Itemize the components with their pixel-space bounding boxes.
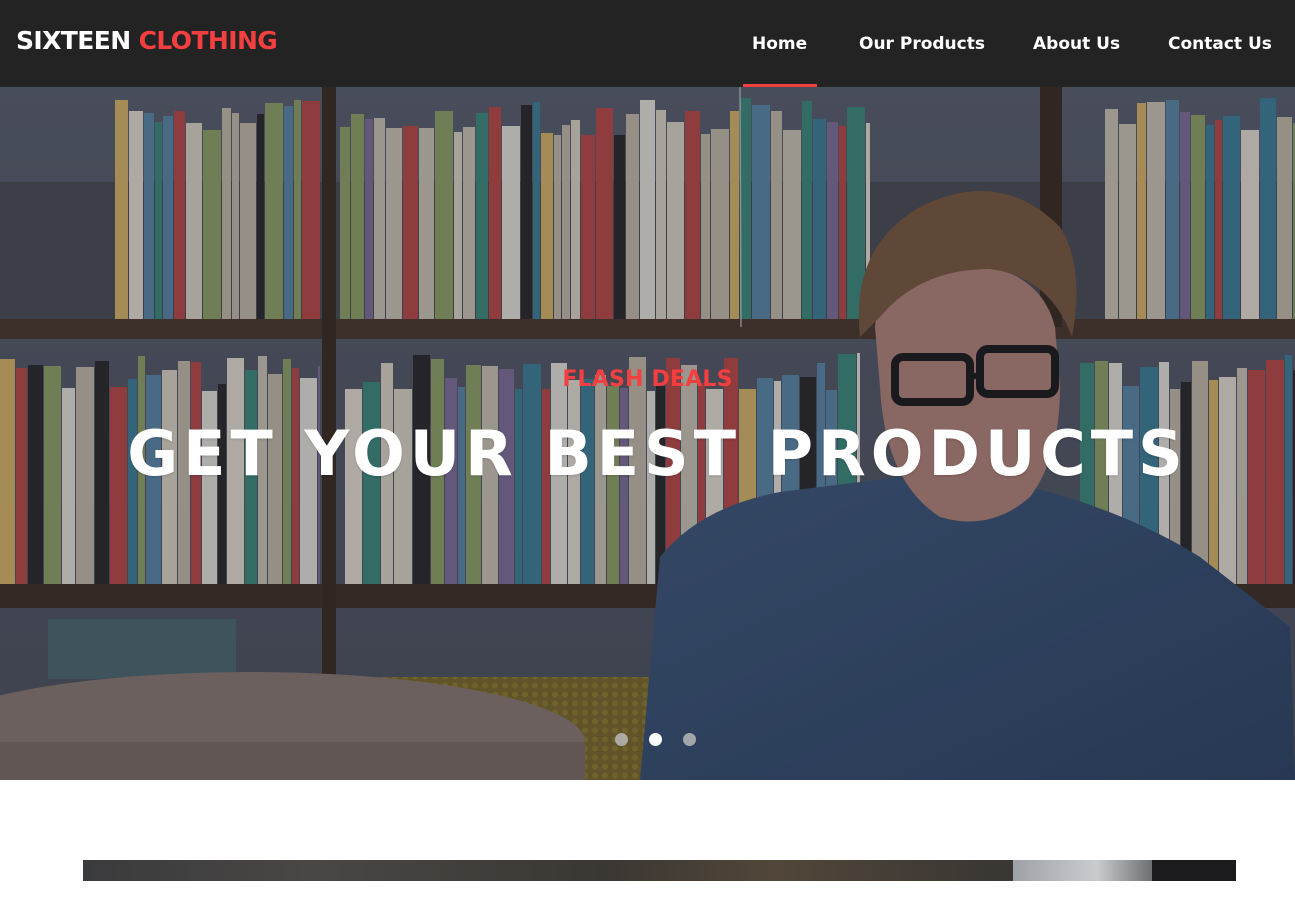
nav-about-us[interactable]: About Us bbox=[1033, 0, 1120, 87]
brand-primary: SIXTEEN bbox=[16, 26, 131, 55]
brand-logo[interactable]: SIXTEEN CLOTHING bbox=[16, 26, 278, 55]
keyboard-image-detail bbox=[1013, 860, 1153, 881]
carousel-dot-1[interactable] bbox=[615, 733, 628, 746]
navbar: SIXTEEN CLOTHING Home Our Products About… bbox=[0, 0, 1295, 87]
carousel-dot-3[interactable] bbox=[683, 733, 696, 746]
nav-contact-us[interactable]: Contact Us bbox=[1168, 0, 1272, 87]
brand-accent: CLOTHING bbox=[138, 26, 278, 55]
carousel-dots bbox=[615, 733, 696, 746]
hero-eyebrow: FLASH DEALS bbox=[562, 367, 733, 392]
carousel-dot-2[interactable] bbox=[649, 733, 662, 746]
hero-title: GET YOUR BEST PRODUCTS bbox=[127, 417, 1188, 490]
nav-home[interactable]: Home bbox=[742, 0, 818, 87]
hero-carousel: FLASH DEALS GET YOUR BEST PRODUCTS bbox=[0, 87, 1295, 780]
banner-image bbox=[83, 860, 1236, 881]
nav-our-products[interactable]: Our Products bbox=[859, 0, 985, 87]
